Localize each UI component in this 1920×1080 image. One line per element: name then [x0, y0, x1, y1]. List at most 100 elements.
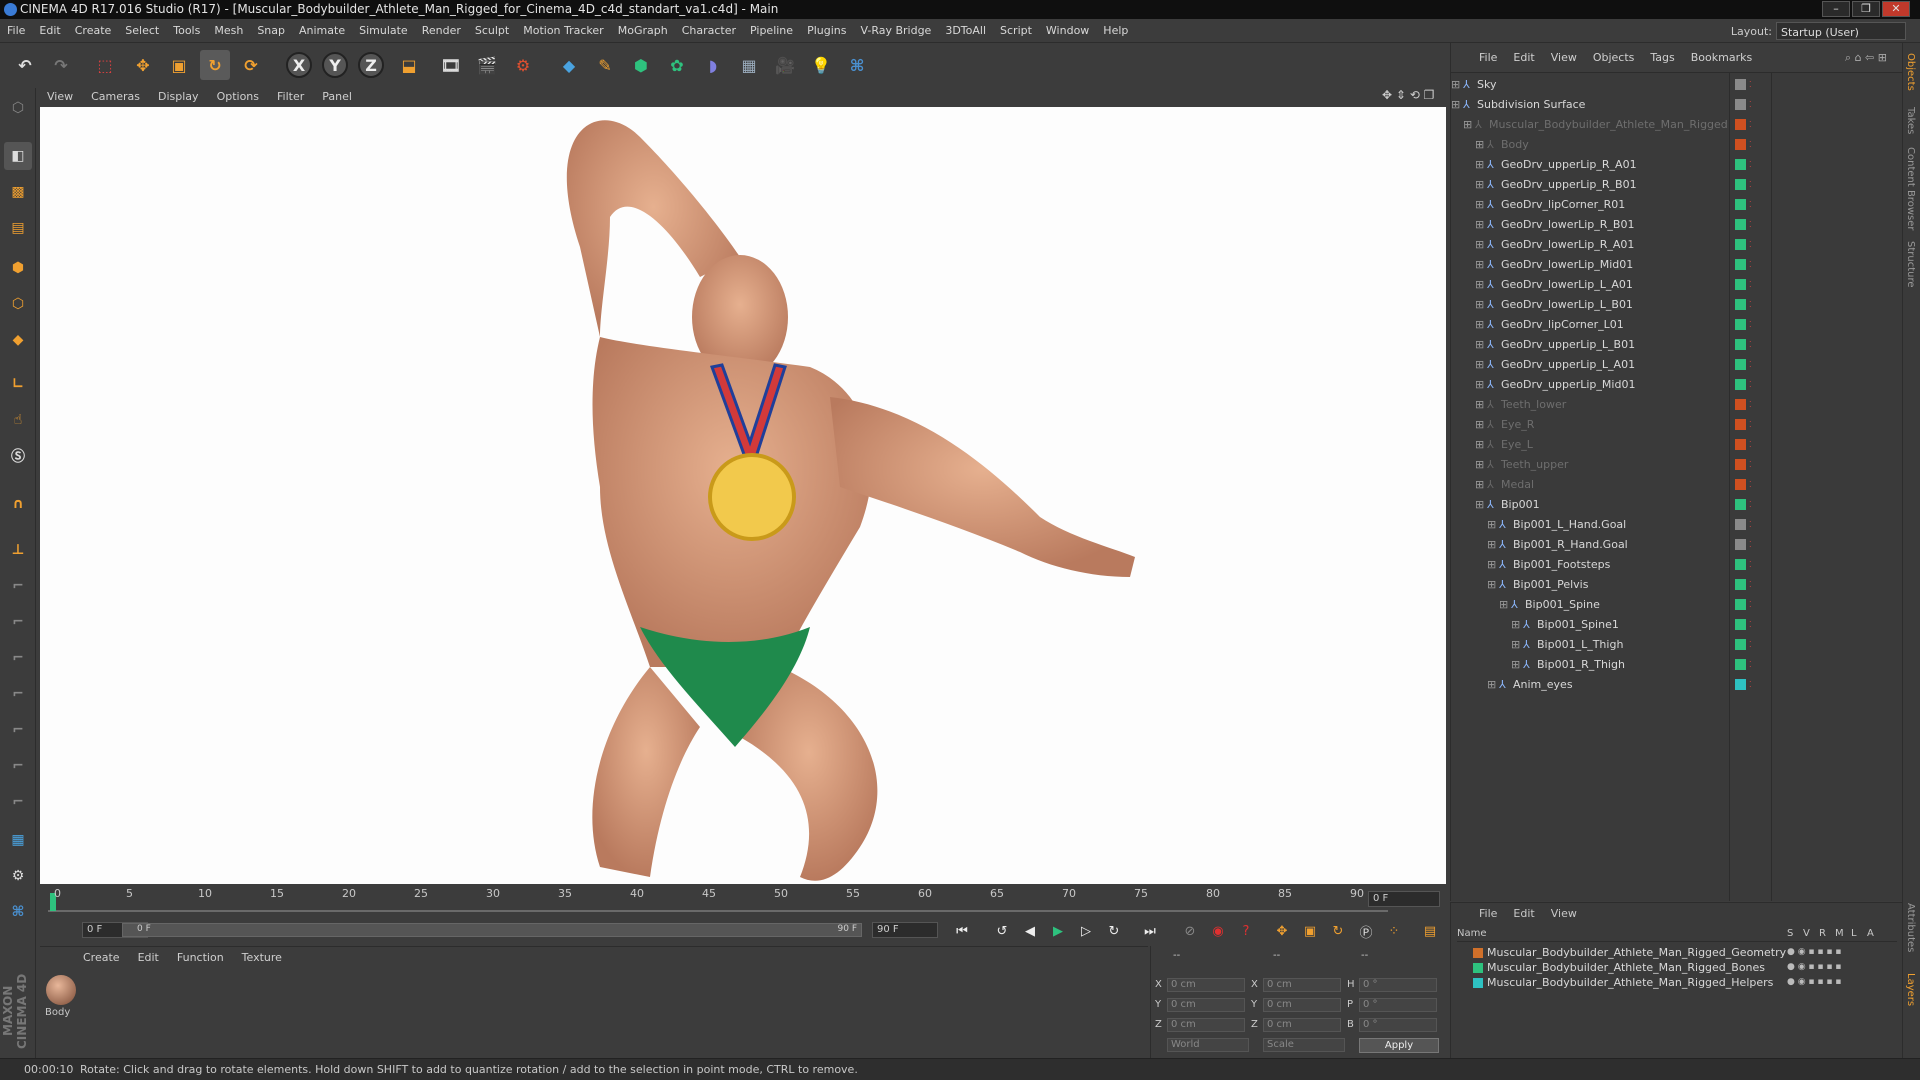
visibility-dots-icon[interactable]: ⁚ [1749, 595, 1752, 615]
layer-color-swatch[interactable] [1473, 963, 1483, 973]
object-row[interactable]: ⊞ ⅄ Sky ⁚ [1451, 75, 1903, 95]
magnet-icon[interactable]: ∩ [4, 490, 32, 518]
object-row[interactable]: ⊞ ⅄ Bip001_Spine1 ⁚ [1451, 615, 1903, 635]
expand-toggle-icon[interactable]: ⊞ [1475, 295, 1484, 315]
go-to-start-icon[interactable]: ⏮ [950, 920, 974, 942]
visibility-dots-icon[interactable]: ⁚ [1749, 355, 1752, 375]
python-script-icon[interactable]: ⌘ [4, 898, 32, 926]
expand-toggle-icon[interactable]: ⊞ [1451, 75, 1460, 95]
layer-flags-icon[interactable]: ● ◉ ▪ ▪ ▪ ▪ [1787, 975, 1841, 990]
menu-3dtoall[interactable]: 3DToAll [938, 19, 993, 43]
layout-dropdown[interactable]: Startup (User) [1776, 22, 1906, 40]
light-icon[interactable]: 💡 [806, 50, 836, 80]
visibility-dots-icon[interactable]: ⁚ [1749, 455, 1752, 475]
visibility-dots-icon[interactable]: ⁚ [1749, 615, 1752, 635]
layer-color-swatch[interactable] [1735, 579, 1746, 590]
expand-toggle-icon[interactable]: ⊞ [1487, 575, 1496, 595]
visibility-dots-icon[interactable]: ⁚ [1749, 335, 1752, 355]
object-row[interactable]: ⊞ ⅄ GeoDrv_lowerLip_L_B01 ⁚ [1451, 295, 1903, 315]
layer-color-swatch[interactable] [1735, 459, 1746, 470]
object-row[interactable]: ⊞ ⅄ Bip001 ⁚ [1451, 495, 1903, 515]
layer-color-swatch[interactable] [1735, 119, 1746, 130]
tab-content-browser[interactable]: Content Browser [1905, 147, 1916, 230]
menu-motion-tracker[interactable]: Motion Tracker [516, 19, 610, 43]
visibility-dots-icon[interactable]: ⁚ [1749, 535, 1752, 555]
layer-color-swatch[interactable] [1735, 439, 1746, 450]
layer-color-swatch[interactable] [1735, 539, 1746, 550]
expand-toggle-icon[interactable]: ⊞ [1475, 255, 1484, 275]
layer-menu-file[interactable]: File [1471, 907, 1505, 920]
object-row[interactable]: ⊞ ⅄ GeoDrv_lowerLip_R_B01 ⁚ [1451, 215, 1903, 235]
object-row[interactable]: ⊞ ⅄ Bip001_R_Hand.Goal ⁚ [1451, 535, 1903, 555]
object-row[interactable]: ⊞ ⅄ GeoDrv_upperLip_R_B01 ⁚ [1451, 175, 1903, 195]
menu-select[interactable]: Select [118, 19, 166, 43]
layer-color-swatch[interactable] [1735, 179, 1746, 190]
render-settings-icon[interactable]: ⚙ [508, 50, 538, 80]
object-row[interactable]: ⊞ ⅄ Bip001_L_Hand.Goal ⁚ [1451, 515, 1903, 535]
expand-toggle-icon[interactable]: ⊞ [1475, 375, 1484, 395]
visibility-dots-icon[interactable]: ⁚ [1749, 495, 1752, 515]
layer-color-swatch[interactable] [1735, 339, 1746, 350]
visibility-dots-icon[interactable]: ⁚ [1749, 655, 1752, 675]
layer-color-swatch[interactable] [1735, 279, 1746, 290]
object-row[interactable]: ⊞ ⅄ GeoDrv_lipCorner_L01 ⁚ [1451, 315, 1903, 335]
dynamics-icon[interactable]: ⚙ [4, 862, 32, 890]
layer-color-swatch[interactable] [1735, 479, 1746, 490]
visibility-dots-icon[interactable]: ⁚ [1749, 515, 1752, 535]
record-keys-disabled-icon[interactable]: ⊘ [1178, 920, 1202, 942]
object-row[interactable]: ⊞ ⅄ Teeth_lower ⁚ [1451, 395, 1903, 415]
layer-row[interactable]: Muscular_Bodybuilder_Athlete_Man_Rigged_… [1451, 975, 1903, 990]
layer-menu-edit[interactable]: Edit [1505, 907, 1542, 920]
layer-menu-view[interactable]: View [1543, 907, 1585, 920]
render-to-picture-viewer-icon[interactable]: 🎬 [472, 50, 502, 80]
menu-pipeline[interactable]: Pipeline [743, 19, 800, 43]
expand-toggle-icon[interactable]: ⊞ [1487, 555, 1496, 575]
object-row[interactable]: ⊞ ⅄ GeoDrv_lowerLip_L_A01 ⁚ [1451, 275, 1903, 295]
layer-color-swatch[interactable] [1735, 139, 1746, 150]
visibility-dots-icon[interactable]: ⁚ [1749, 415, 1752, 435]
viewport-menu-panel[interactable]: Panel [313, 88, 361, 106]
key-parameter-icon[interactable]: Ⓟ [1354, 920, 1378, 942]
objects-menu-file[interactable]: File [1471, 43, 1505, 73]
object-row[interactable]: ⊞ ⅄ Eye_L ⁚ [1451, 435, 1903, 455]
objects-menu-bookmarks[interactable]: Bookmarks [1683, 43, 1760, 73]
expand-toggle-icon[interactable]: ⊞ [1487, 515, 1496, 535]
menu-create[interactable]: Create [68, 19, 119, 43]
record-active-objects-icon[interactable]: ◉ [1206, 920, 1230, 942]
object-row[interactable]: ⊞ ⅄ GeoDrv_upperLip_L_B01 ⁚ [1451, 335, 1903, 355]
expand-toggle-icon[interactable]: ⊞ [1475, 335, 1484, 355]
visibility-dots-icon[interactable]: ⁚ [1749, 115, 1752, 135]
menu-sculpt[interactable]: Sculpt [468, 19, 516, 43]
expand-toggle-icon[interactable]: ⊞ [1475, 415, 1484, 435]
visibility-dots-icon[interactable]: ⁚ [1749, 475, 1752, 495]
visibility-dots-icon[interactable]: ⁚ [1749, 295, 1752, 315]
object-row[interactable]: ⊞ ⅄ Medal ⁚ [1451, 475, 1903, 495]
move-icon[interactable]: ✥ [128, 50, 158, 80]
layer-color-swatch[interactable] [1735, 79, 1746, 90]
object-row[interactable]: ⊞ ⅄ Bip001_L_Thigh ⁚ [1451, 635, 1903, 655]
workplane-mode-icon[interactable]: ▤ [4, 214, 32, 242]
menu-help[interactable]: Help [1096, 19, 1135, 43]
size-x-field[interactable]: 0 cm [1263, 978, 1341, 992]
tab-takes[interactable]: Takes [1905, 107, 1916, 134]
layer-color-swatch[interactable] [1735, 599, 1746, 610]
coordinate-mode-dropdown[interactable]: World [1167, 1038, 1249, 1052]
viewport-menu-filter[interactable]: Filter [268, 88, 313, 106]
expand-toggle-icon[interactable]: ⊞ [1511, 635, 1520, 655]
edges-mode-icon[interactable]: ⬡ [4, 290, 32, 318]
layer-color-swatch[interactable] [1735, 499, 1746, 510]
visibility-dots-icon[interactable]: ⁚ [1749, 255, 1752, 275]
autokeying-icon[interactable]: ? [1234, 920, 1258, 942]
visibility-dots-icon[interactable]: ⁚ [1749, 175, 1752, 195]
viewport-menu-view[interactable]: View [38, 88, 82, 106]
object-row[interactable]: ⊞ ⅄ GeoDrv_upperLip_Mid01 ⁚ [1451, 375, 1903, 395]
menu-vray-bridge[interactable]: V-Ray Bridge [853, 19, 938, 43]
visibility-dots-icon[interactable]: ⁚ [1749, 275, 1752, 295]
floor-icon[interactable]: ▦ [734, 50, 764, 80]
visibility-dots-icon[interactable]: ⁚ [1749, 155, 1752, 175]
layer-color-swatch[interactable] [1735, 359, 1746, 370]
current-frame-field[interactable]: 0 F [1368, 891, 1440, 907]
object-row[interactable]: ⊞ ⅄ Anim_eyes ⁚ [1451, 675, 1903, 695]
timeline-ruler[interactable]: 0 5 10 15 20 25 30 35 40 45 50 55 60 65 … [40, 885, 1446, 915]
pen-spline-icon[interactable]: ✎ [590, 50, 620, 80]
